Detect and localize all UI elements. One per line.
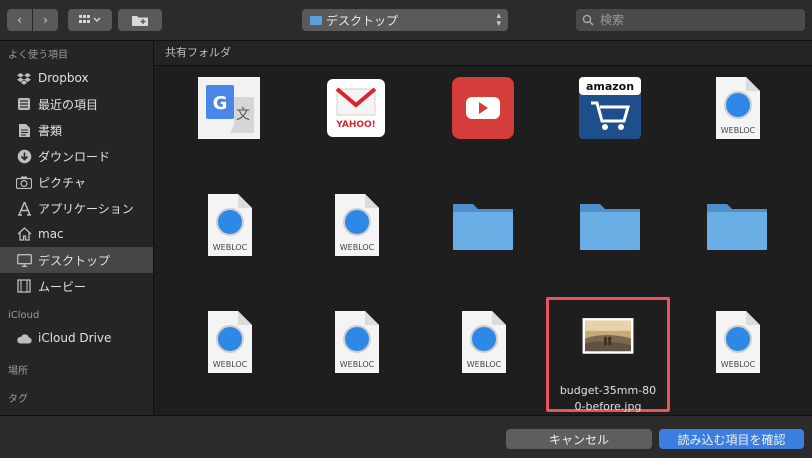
sidebar-item-label: Dropbox	[38, 71, 89, 85]
webloc-file-icon: WEBLOC	[716, 77, 760, 139]
sidebar-item-label: ピクチャ	[38, 175, 86, 190]
svg-text:WEBLOC: WEBLOC	[213, 360, 248, 369]
toolbar: ‹ › デスクトップ ▴ ▾	[0, 0, 812, 41]
file-item-webloc[interactable]: WEBLOC	[296, 303, 416, 413]
sidebar-item-label: デスクトップ	[38, 253, 111, 268]
bottom-bar: キャンセル 読み込む項目を確認	[0, 415, 812, 458]
downloads-icon	[16, 148, 32, 164]
yahoo-logo-text: YAHOO!	[335, 120, 376, 130]
updown-chevron-icon: ▴ ▾	[496, 11, 501, 29]
chevron-left-icon: ‹	[17, 13, 22, 27]
youtube-icon	[452, 77, 514, 139]
sidebar-section-icloud: iCloud	[8, 310, 40, 321]
sidebar-item-label: mac	[38, 227, 64, 241]
new-folder-button[interactable]	[118, 9, 162, 31]
file-item-folder[interactable]	[423, 186, 543, 296]
sidebar-item-label: 最近の項目	[38, 97, 99, 112]
sidebar-section-tags: タグ	[8, 394, 28, 405]
file-item-webloc[interactable]: WEBLOC	[423, 303, 543, 413]
file-item-webloc[interactable]: WEBLOC	[677, 69, 797, 179]
dropbox-icon	[16, 70, 32, 86]
webloc-file-icon: WEBLOC	[335, 194, 379, 256]
recents-icon	[16, 96, 32, 112]
back-button[interactable]: ‹	[7, 9, 32, 31]
new-folder-icon	[132, 16, 148, 26]
svg-text:文: 文	[236, 107, 250, 123]
movies-icon	[16, 278, 32, 294]
search-field[interactable]	[576, 9, 805, 31]
sidebar-item-label: ダウンロード	[38, 149, 111, 164]
sidebar-item-label: アプリケーション	[38, 201, 134, 216]
folder-icon	[453, 204, 513, 250]
cancel-button[interactable]: キャンセル	[506, 429, 652, 449]
file-name-label: budget-35mm-80 0-before.jpg	[559, 384, 657, 413]
sidebar-item-label: ムービー	[38, 279, 87, 294]
file-item-youtube[interactable]	[423, 69, 543, 179]
webloc-file-icon: WEBLOC	[208, 311, 252, 373]
file-item-google-translate[interactable]: G 文	[169, 69, 289, 179]
amazon-logo-text: amazon	[586, 80, 634, 93]
file-browser: 共有フォルダ G 文 YAHOO! amazon WEBLOC WEBLOC W…	[154, 41, 812, 415]
sidebar-item-pictures[interactable]: ピクチャ	[0, 169, 153, 195]
search-input[interactable]	[598, 12, 792, 28]
sidebar-section-locations: 場所	[8, 366, 28, 377]
webloc-file-icon: WEBLOC	[462, 311, 506, 373]
sidebar-item-desktop[interactable]: デスクトップ	[0, 247, 153, 273]
file-item-webloc[interactable]: WEBLOC	[169, 186, 289, 296]
file-item-webloc[interactable]: WEBLOC	[169, 303, 289, 413]
file-item-folder[interactable]	[550, 186, 670, 296]
cloud-icon	[16, 330, 32, 346]
svg-text:G: G	[213, 93, 228, 114]
search-icon	[582, 14, 594, 26]
file-item-yahoo-mail[interactable]: YAHOO!	[296, 69, 416, 179]
file-item-webloc[interactable]: WEBLOC	[296, 186, 416, 296]
webloc-file-icon: WEBLOC	[335, 311, 379, 373]
sidebar-item-downloads[interactable]: ダウンロード	[0, 143, 153, 169]
sidebar-item-label: iCloud Drive	[38, 331, 112, 345]
svg-text:WEBLOC: WEBLOC	[213, 243, 248, 252]
sidebar-item-documents[interactable]: 書類	[0, 117, 153, 143]
applications-icon	[16, 200, 32, 216]
image-thumbnail	[582, 318, 634, 354]
folder-header: 共有フォルダ	[154, 41, 812, 66]
sidebar-item-home[interactable]: mac	[0, 221, 153, 247]
location-label: デスクトップ	[326, 13, 399, 28]
file-item-amazon[interactable]: amazon	[550, 69, 670, 179]
google-translate-icon: G 文	[198, 77, 260, 139]
chevron-right-icon: ›	[43, 13, 48, 27]
svg-text:WEBLOC: WEBLOC	[721, 126, 756, 135]
grid-view-icon	[79, 15, 101, 23]
yahoo-mail-icon: YAHOO!	[327, 79, 385, 137]
sidebar-item-dropbox[interactable]: Dropbox	[0, 65, 153, 91]
folder-icon	[580, 204, 640, 250]
file-item-webloc[interactable]: WEBLOC	[677, 303, 797, 413]
file-item-image-selected[interactable]: budget-35mm-80 0-before.jpg	[548, 303, 668, 413]
sidebar-item-applications[interactable]: アプリケーション	[0, 195, 153, 221]
webloc-file-icon: WEBLOC	[208, 194, 252, 256]
svg-text:WEBLOC: WEBLOC	[340, 360, 375, 369]
sidebar: よく使う項目 Dropbox 最近の項目 書類 ダウンロード ピクチャ アプリケ	[0, 41, 154, 415]
documents-icon	[16, 122, 32, 138]
svg-text:WEBLOC: WEBLOC	[340, 243, 375, 252]
location-popup[interactable]: デスクトップ ▴ ▾	[302, 9, 508, 31]
amazon-cart-icon: amazon	[579, 77, 641, 139]
sidebar-item-movies[interactable]: ムービー	[0, 273, 153, 299]
webloc-file-icon: WEBLOC	[716, 311, 760, 373]
sidebar-item-label: 書類	[38, 123, 63, 138]
home-icon	[16, 226, 32, 242]
confirm-import-button[interactable]: 読み込む項目を確認	[659, 429, 804, 449]
desktop-icon	[16, 252, 32, 268]
svg-text:WEBLOC: WEBLOC	[467, 360, 502, 369]
file-item-folder[interactable]	[677, 186, 797, 296]
sidebar-section-favorites: よく使う項目	[8, 50, 68, 61]
forward-button[interactable]: ›	[33, 9, 58, 31]
sidebar-item-icloud-drive[interactable]: iCloud Drive	[0, 325, 153, 351]
camera-icon	[16, 174, 32, 190]
folder-icon	[707, 204, 767, 250]
view-mode-button[interactable]	[68, 9, 112, 31]
sidebar-item-recents[interactable]: 最近の項目	[0, 91, 153, 117]
svg-text:WEBLOC: WEBLOC	[721, 360, 756, 369]
folder-icon	[310, 15, 322, 25]
